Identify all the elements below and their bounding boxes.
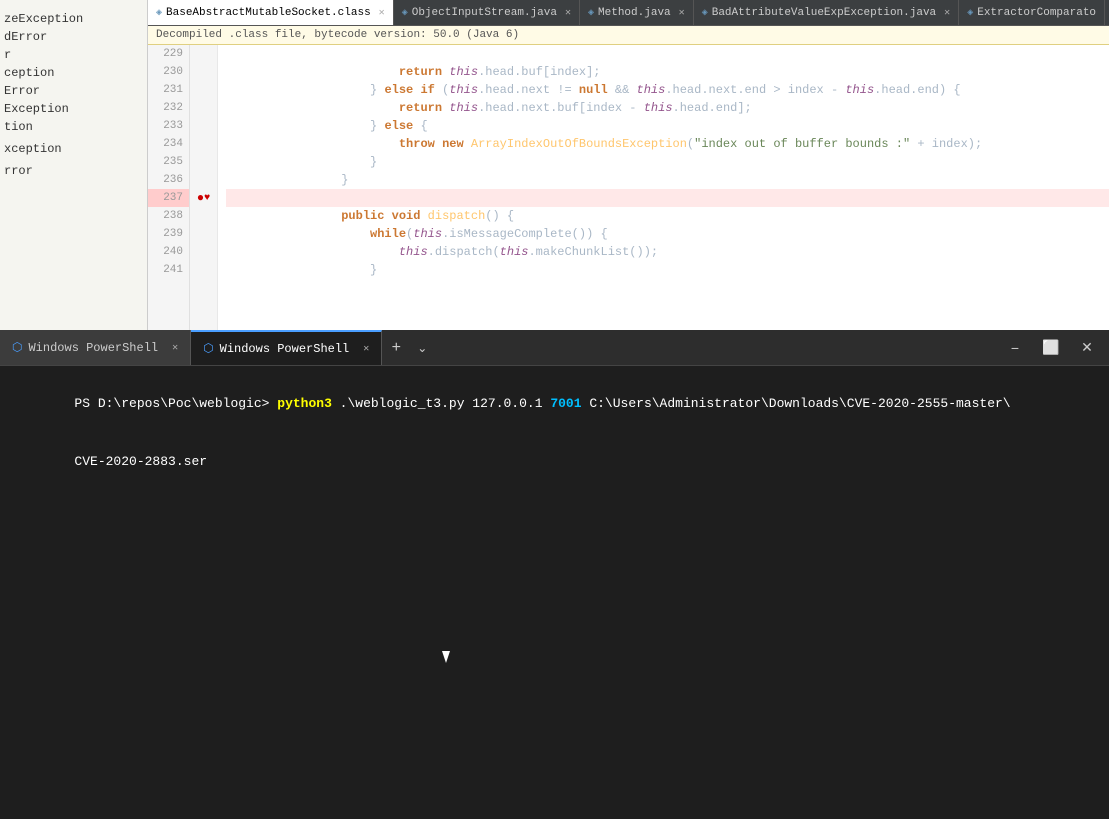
mouse-cursor bbox=[442, 651, 450, 663]
tab-close-1[interactable]: ✕ bbox=[379, 7, 385, 19]
code-lines: return this.head.buf[index]; } else if (… bbox=[218, 45, 1109, 330]
ln-240: 240 bbox=[148, 243, 189, 261]
add-terminal-tab-button[interactable]: + bbox=[382, 330, 410, 365]
terminal-line-2: CVE-2020-2883.ser bbox=[12, 433, 1097, 492]
code-line-236 bbox=[226, 171, 1109, 189]
cursor-area bbox=[12, 491, 1097, 819]
tab-label-1: BaseAbstractMutableSocket.class bbox=[166, 7, 371, 19]
gutter-237: ● ♥ bbox=[190, 189, 217, 207]
editor-area: ◈ BaseAbstractMutableSocket.class ✕ ◈ Ob… bbox=[148, 0, 1109, 330]
ps-command: python3 bbox=[277, 396, 332, 411]
tab-label-2: ObjectInputStream.java bbox=[412, 7, 557, 19]
code-area: 229 230 231 232 233 234 235 236 237 238 … bbox=[148, 45, 1109, 330]
tab-close-2[interactable]: ✕ bbox=[565, 7, 571, 19]
class-file-icon: ◈ bbox=[156, 7, 162, 19]
sidebar-item-10: rror bbox=[0, 162, 147, 180]
tab-extractor[interactable]: ◈ ExtractorComparato bbox=[959, 0, 1105, 25]
decompiled-banner: Decompiled .class file, bytecode version… bbox=[148, 26, 1109, 45]
terminal-content: PS D:\repos\Poc\weblogic> python3 .\webl… bbox=[0, 366, 1109, 819]
gutter-236 bbox=[190, 171, 217, 189]
gutter-234 bbox=[190, 135, 217, 153]
ln-236: 236 bbox=[148, 171, 189, 189]
sidebar-item-0: zeException bbox=[0, 10, 147, 28]
gutter-232 bbox=[190, 99, 217, 117]
ps-prompt: PS D:\repos\Poc\weblogic> bbox=[74, 396, 277, 411]
gutter-239 bbox=[190, 225, 217, 243]
tab-close-3[interactable]: ✕ bbox=[679, 7, 685, 19]
powershell-icon-1: ⬡ bbox=[12, 340, 22, 355]
java-file-icon-5: ◈ bbox=[967, 7, 973, 19]
terminal-tab-close-1[interactable]: ✕ bbox=[172, 342, 178, 354]
gutter: ● ♥ bbox=[190, 45, 218, 330]
java-file-icon-2: ◈ bbox=[402, 7, 408, 19]
tab-label-4: BadAttributeValueExpException.java bbox=[712, 7, 936, 19]
gutter-238 bbox=[190, 207, 217, 225]
terminal-tab-2[interactable]: ⬡ Windows PowerShell ✕ bbox=[191, 330, 382, 365]
sidebar-item-2: r bbox=[0, 46, 147, 64]
terminal-close-button[interactable]: ✕ bbox=[1073, 334, 1101, 362]
sidebar-item-1: dError bbox=[0, 28, 147, 46]
line-numbers: 229 230 231 232 233 234 235 236 237 238 … bbox=[148, 45, 190, 330]
terminal-dropdown-button[interactable]: ⌄ bbox=[410, 330, 434, 365]
ln-229: 229 bbox=[148, 45, 189, 63]
tab-bad-attribute[interactable]: ◈ BadAttributeValueExpException.java ✕ bbox=[694, 0, 960, 25]
sidebar-item-4: Error bbox=[0, 82, 147, 100]
sidebar-item-5: Exception bbox=[0, 100, 147, 118]
gutter-233 bbox=[190, 117, 217, 135]
sidebar-item-6: tion bbox=[0, 118, 147, 136]
sidebar-item-3: ception bbox=[0, 64, 147, 82]
ps-script-arg: .\weblogic_t3.py 127.0.0.1 bbox=[332, 396, 550, 411]
terminal-area: ⬡ Windows PowerShell ✕ ⬡ Windows PowerSh… bbox=[0, 330, 1109, 819]
terminal-controls: − ⬜ ✕ bbox=[993, 330, 1109, 365]
breakpoint-icon: ● bbox=[197, 191, 204, 205]
terminal-line-1: PS D:\repos\Poc\weblogic> python3 .\webl… bbox=[12, 374, 1097, 433]
ln-241: 241 bbox=[148, 261, 189, 279]
terminal-restore-button[interactable]: ⬜ bbox=[1037, 334, 1065, 362]
ln-238: 238 bbox=[148, 207, 189, 225]
gutter-235 bbox=[190, 153, 217, 171]
code-line-237: public void dispatch() { bbox=[226, 189, 1109, 207]
terminal-tab-label-1: Windows PowerShell bbox=[28, 341, 158, 355]
ln-235: 235 bbox=[148, 153, 189, 171]
bookmark-icon: ♥ bbox=[204, 193, 210, 204]
ps-continuation: CVE-2020-2883.ser bbox=[74, 454, 207, 469]
gutter-240 bbox=[190, 243, 217, 261]
ln-237: 237 bbox=[148, 189, 189, 207]
gutter-241 bbox=[190, 261, 217, 279]
ide-container: zeException dError r ception Error Excep… bbox=[0, 0, 1109, 819]
ps-path-arg: C:\Users\Administrator\Downloads\CVE-202… bbox=[582, 396, 1011, 411]
tab-label-5: ExtractorComparato bbox=[977, 7, 1096, 19]
code-line-229: return this.head.buf[index]; bbox=[226, 45, 1109, 63]
sidebar-item-8: xception bbox=[0, 140, 147, 158]
terminal-minimize-button[interactable]: − bbox=[1001, 334, 1029, 362]
editor-tab-bar: ◈ BaseAbstractMutableSocket.class ✕ ◈ Ob… bbox=[148, 0, 1109, 26]
ln-232: 232 bbox=[148, 99, 189, 117]
tab-label-3: Method.java bbox=[598, 7, 671, 19]
gutter-230 bbox=[190, 63, 217, 81]
terminal-tab-bar: ⬡ Windows PowerShell ✕ ⬡ Windows PowerSh… bbox=[0, 330, 1109, 366]
ln-239: 239 bbox=[148, 225, 189, 243]
ln-233: 233 bbox=[148, 117, 189, 135]
terminal-tab-1[interactable]: ⬡ Windows PowerShell ✕ bbox=[0, 330, 191, 365]
ide-area: zeException dError r ception Error Excep… bbox=[0, 0, 1109, 330]
tab-base-abstract[interactable]: ◈ BaseAbstractMutableSocket.class ✕ bbox=[148, 0, 394, 25]
terminal-tab-label-2: Windows PowerShell bbox=[220, 342, 350, 356]
java-file-icon-4: ◈ bbox=[702, 7, 708, 19]
gutter-231 bbox=[190, 81, 217, 99]
terminal-tab-close-2[interactable]: ✕ bbox=[363, 343, 369, 355]
ln-234: 234 bbox=[148, 135, 189, 153]
ln-230: 230 bbox=[148, 63, 189, 81]
tab-close-4[interactable]: ✕ bbox=[944, 7, 950, 19]
tab-object-input-stream[interactable]: ◈ ObjectInputStream.java ✕ bbox=[394, 0, 580, 25]
gutter-229 bbox=[190, 45, 217, 63]
exception-sidebar: zeException dError r ception Error Excep… bbox=[0, 0, 148, 330]
ln-231: 231 bbox=[148, 81, 189, 99]
powershell-icon-2: ⬡ bbox=[203, 341, 213, 356]
java-file-icon-3: ◈ bbox=[588, 7, 594, 19]
ps-port-arg: 7001 bbox=[550, 396, 581, 411]
tab-method[interactable]: ◈ Method.java ✕ bbox=[580, 0, 694, 25]
